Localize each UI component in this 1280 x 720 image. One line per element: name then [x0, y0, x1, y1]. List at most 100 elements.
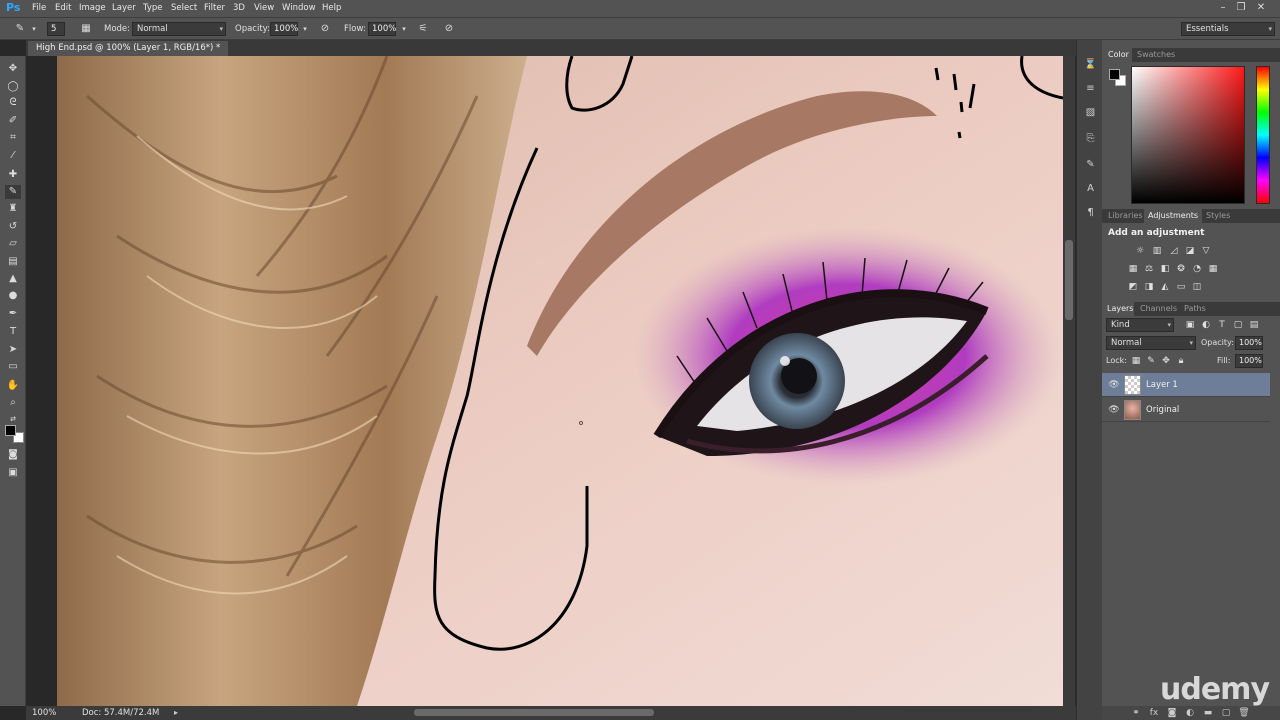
quick-select-tool-icon[interactable]: ✐ [5, 114, 21, 128]
healing-brush-tool-icon[interactable]: ✚ [5, 168, 21, 182]
new-layer-icon[interactable]: ▢ [1220, 707, 1232, 719]
chevron-down-icon[interactable]: ▾ [28, 23, 40, 35]
photo-filter-icon[interactable]: ❂ [1175, 264, 1187, 275]
color-spectrum-picker[interactable] [1131, 66, 1245, 204]
layer-row-layer-1[interactable]: 👁︎ Layer 1 [1102, 373, 1270, 397]
color-lookup-icon[interactable]: ▦ [1207, 264, 1219, 275]
eye-icon[interactable]: 👁︎ [1108, 379, 1120, 391]
exposure-icon[interactable]: ◪ [1184, 246, 1196, 257]
gradient-map-icon[interactable]: ▭ [1175, 282, 1187, 293]
brush-tool-preset-icon[interactable]: ✎ [14, 23, 26, 35]
eraser-tool-icon[interactable]: ▱ [5, 237, 21, 251]
tab-adjustments[interactable]: Adjustments [1148, 211, 1198, 220]
brush-presets-panel-icon[interactable]: ✎ [1084, 158, 1097, 171]
layer-style-icon[interactable]: fx [1148, 707, 1160, 719]
new-adjustment-layer-icon[interactable]: ◐ [1184, 707, 1196, 719]
paragraph-panel-icon[interactable]: ¶ [1084, 206, 1097, 219]
zoom-level[interactable]: 100% [32, 708, 56, 718]
layer-filter-dropdown[interactable]: Kind ▾ [1106, 318, 1174, 332]
blend-mode-dropdown[interactable]: Normal ▾ [1106, 336, 1196, 350]
menu-window[interactable]: Window [282, 3, 316, 13]
horizontal-scroll-thumb[interactable] [414, 709, 654, 716]
type-tool-icon[interactable]: T [5, 325, 21, 339]
gradient-tool-icon[interactable]: ▤ [5, 255, 21, 269]
tab-libraries[interactable]: Libraries [1108, 211, 1143, 220]
vibrance-icon[interactable]: ▽ [1200, 246, 1212, 257]
move-tool-icon[interactable]: ✥ [5, 62, 21, 76]
menu-type[interactable]: Type [143, 3, 163, 13]
airbrush-icon[interactable]: ⚟ [417, 23, 429, 35]
mode-dropdown[interactable]: Normal ▾ [132, 22, 226, 36]
levels-icon[interactable]: ▥ [1151, 246, 1163, 257]
chevron-down-icon[interactable]: ▾ [398, 23, 410, 35]
rectangle-tool-icon[interactable]: ▭ [5, 360, 21, 374]
lock-position-icon[interactable]: ✥ [1160, 356, 1172, 367]
menu-image[interactable]: Image [79, 3, 106, 13]
lock-image-icon[interactable]: ✎ [1145, 356, 1157, 367]
foreground-color-swatch[interactable] [5, 425, 16, 436]
lock-all-icon[interactable]: 🔒︎ [1175, 356, 1187, 367]
new-group-icon[interactable]: ▬ [1202, 707, 1214, 719]
channel-mixer-icon[interactable]: ◔ [1191, 264, 1203, 275]
path-selection-tool-icon[interactable]: ➤ [5, 343, 21, 357]
zoom-tool-icon[interactable]: ⌕ [5, 396, 21, 410]
menu-file[interactable]: File [32, 3, 46, 13]
document-tab[interactable]: High End.psd @ 100% (Layer 1, RGB/16*) * [28, 41, 229, 56]
opacity-field[interactable]: 100% [270, 22, 298, 36]
brush-tool-icon[interactable]: ✎ [5, 185, 21, 199]
blur-tool-icon[interactable]: ▲ [5, 272, 21, 286]
vertical-scroll-thumb[interactable] [1065, 240, 1073, 320]
workspace-dropdown[interactable]: Essentials ▾ [1181, 22, 1275, 36]
menu-layer[interactable]: Layer [112, 3, 136, 13]
posterize-icon[interactable]: ◨ [1143, 282, 1155, 293]
filter-pixel-icon[interactable]: ▣ [1184, 320, 1196, 331]
pressure-opacity-icon[interactable]: ⊘ [319, 23, 331, 35]
hue-slider[interactable] [1256, 66, 1270, 204]
filter-shape-icon[interactable]: ▢ [1232, 320, 1244, 331]
menu-select[interactable]: Select [171, 3, 197, 13]
chevron-down-icon[interactable]: ▾ [299, 23, 311, 35]
history-brush-tool-icon[interactable]: ↺ [5, 220, 21, 234]
eyedropper-tool-icon[interactable]: ⁄ [5, 149, 21, 163]
properties-panel-icon[interactable]: ≡ [1084, 82, 1097, 95]
tab-swatches[interactable]: Swatches [1137, 50, 1175, 59]
invert-icon[interactable]: ◩ [1127, 282, 1139, 293]
dodge-tool-icon[interactable]: ● [5, 289, 21, 303]
lasso-tool-icon[interactable]: ᘓ [5, 96, 21, 110]
tab-channels[interactable]: Channels [1140, 304, 1177, 313]
history-panel-icon[interactable]: ⌛ [1084, 58, 1097, 71]
layer-row-original[interactable]: 👁︎ Original [1102, 398, 1270, 422]
brightness-contrast-icon[interactable]: ☼ [1134, 246, 1146, 257]
hand-tool-icon[interactable]: ✋ [5, 379, 21, 393]
filter-adjustment-icon[interactable]: ◐ [1200, 320, 1212, 331]
pen-tool-icon[interactable]: ✒ [5, 307, 21, 321]
close-icon[interactable]: ✕ [1254, 1, 1268, 15]
selective-color-icon[interactable]: ◫ [1191, 282, 1203, 293]
delete-layer-icon[interactable]: 🗑︎ [1238, 707, 1250, 719]
color-balance-icon[interactable]: ⚖ [1143, 264, 1155, 275]
clone-stamp-tool-icon[interactable]: ♜ [5, 202, 21, 216]
tab-layers[interactable]: Layers [1107, 304, 1133, 313]
menu-3d[interactable]: 3D [233, 3, 245, 13]
foreground-color-chip[interactable] [1109, 69, 1120, 80]
tab-color[interactable]: Color [1108, 50, 1129, 59]
fill-field[interactable]: 100% [1235, 354, 1263, 368]
menu-help[interactable]: Help [322, 3, 341, 13]
status-menu-arrow-icon[interactable]: ▸ [174, 708, 178, 717]
quick-mask-icon[interactable]: ◙ [5, 448, 21, 462]
marquee-tool-icon[interactable]: ◯ [5, 80, 21, 94]
lock-transparent-icon[interactable]: ▦ [1130, 356, 1142, 367]
hue-saturation-icon[interactable]: ▦ [1127, 264, 1139, 275]
add-mask-icon[interactable]: ◙ [1166, 707, 1178, 719]
vertical-scrollbar[interactable] [1063, 56, 1075, 706]
clone-source-panel-icon[interactable]: ⎘ [1084, 132, 1097, 145]
eye-icon[interactable]: 👁︎ [1108, 404, 1120, 416]
menu-edit[interactable]: Edit [55, 3, 71, 13]
brush-size-field[interactable]: 5 [47, 22, 65, 36]
document-canvas[interactable] [57, 56, 1063, 706]
pressure-size-icon[interactable]: ⊘ [443, 23, 455, 35]
brush-panel-icon[interactable]: ▦ [80, 23, 92, 35]
swap-colors-icon[interactable]: ⇄ [5, 412, 21, 426]
tab-paths[interactable]: Paths [1184, 304, 1206, 313]
restore-icon[interactable]: ❐ [1234, 1, 1248, 15]
